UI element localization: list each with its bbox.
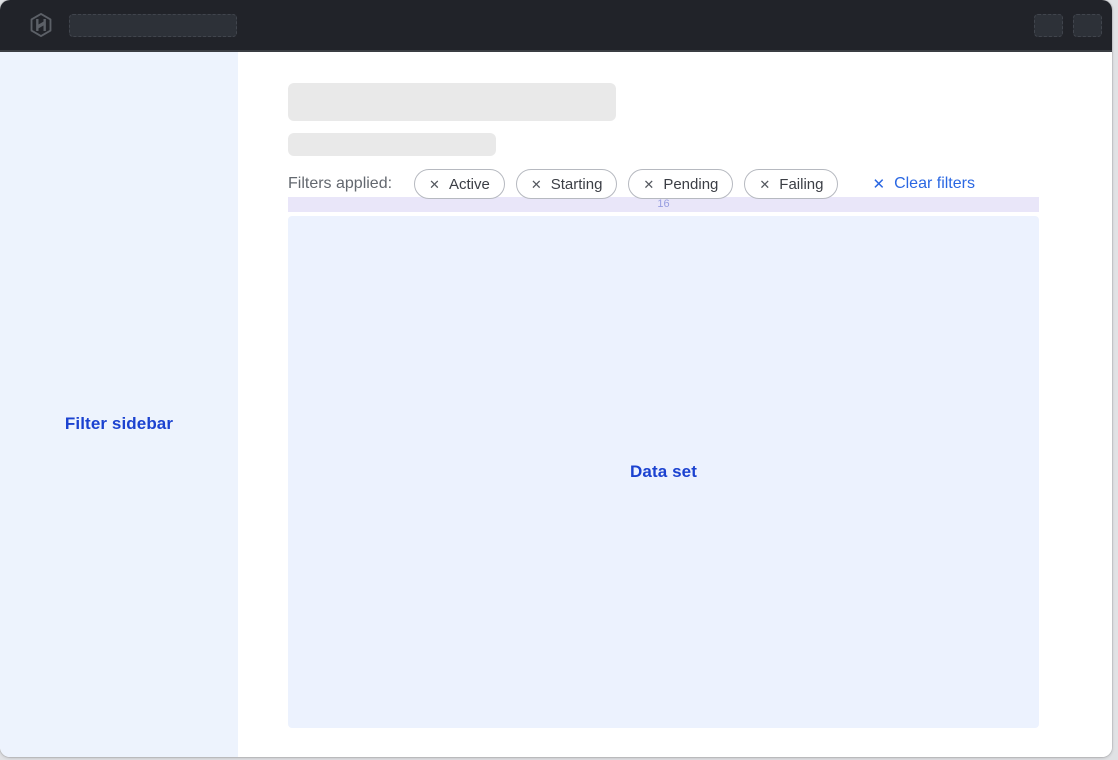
dismiss-icon: ✕ (429, 178, 440, 191)
spacing-measure-bar: 16 (288, 197, 1039, 212)
filters-applied-row: Filters applied: ✕ Active ✕ Starting ✕ P (288, 169, 1039, 199)
filter-chip-label: Pending (663, 176, 718, 193)
dismiss-icon: ✕ (759, 178, 770, 191)
header-action-placeholder-2[interactable] (1073, 14, 1102, 37)
page-title-placeholder (288, 83, 616, 121)
app-body: Filter sidebar Filters applied: ✕ Active… (0, 52, 1112, 757)
content-container: Filters applied: ✕ Active ✕ Starting ✕ P (288, 83, 1039, 728)
dismiss-icon: ✕ (643, 178, 654, 191)
filters-applied-label: Filters applied: (288, 175, 392, 193)
filter-chip-label: Active (449, 176, 490, 193)
filter-sidebar: Filter sidebar (0, 52, 238, 757)
filter-chip-active[interactable]: ✕ Active (414, 169, 505, 199)
filter-chip-starting[interactable]: ✕ Starting (516, 169, 618, 199)
clear-filters-label: Clear filters (894, 175, 975, 193)
app-window: Filter sidebar Filters applied: ✕ Active… (0, 0, 1112, 757)
header-action-placeholder-1[interactable] (1034, 14, 1063, 37)
filter-chip-label: Starting (551, 176, 603, 193)
data-set-label: Data set (630, 462, 697, 482)
search-placeholder[interactable] (69, 14, 237, 37)
filter-chip-label: Failing (779, 176, 823, 193)
dismiss-icon: ✕ (531, 178, 542, 191)
app-header (0, 0, 1112, 52)
page-subtitle-placeholder (288, 133, 496, 156)
filter-sidebar-label: Filter sidebar (65, 414, 173, 434)
filter-chip-pending[interactable]: ✕ Pending (628, 169, 733, 199)
filter-chip-failing[interactable]: ✕ Failing (744, 169, 838, 199)
hashicorp-logo-icon (28, 12, 54, 38)
clear-filters-x-icon: ✕ (872, 177, 885, 192)
data-set-region: Data set (288, 216, 1039, 728)
main-content: Filters applied: ✕ Active ✕ Starting ✕ P (238, 52, 1112, 757)
clear-filters-link[interactable]: ✕ Clear filters (872, 175, 974, 193)
filter-chip-list: ✕ Active ✕ Starting ✕ Pending ✕ (414, 169, 838, 199)
spacing-measure-value: 16 (657, 197, 669, 212)
